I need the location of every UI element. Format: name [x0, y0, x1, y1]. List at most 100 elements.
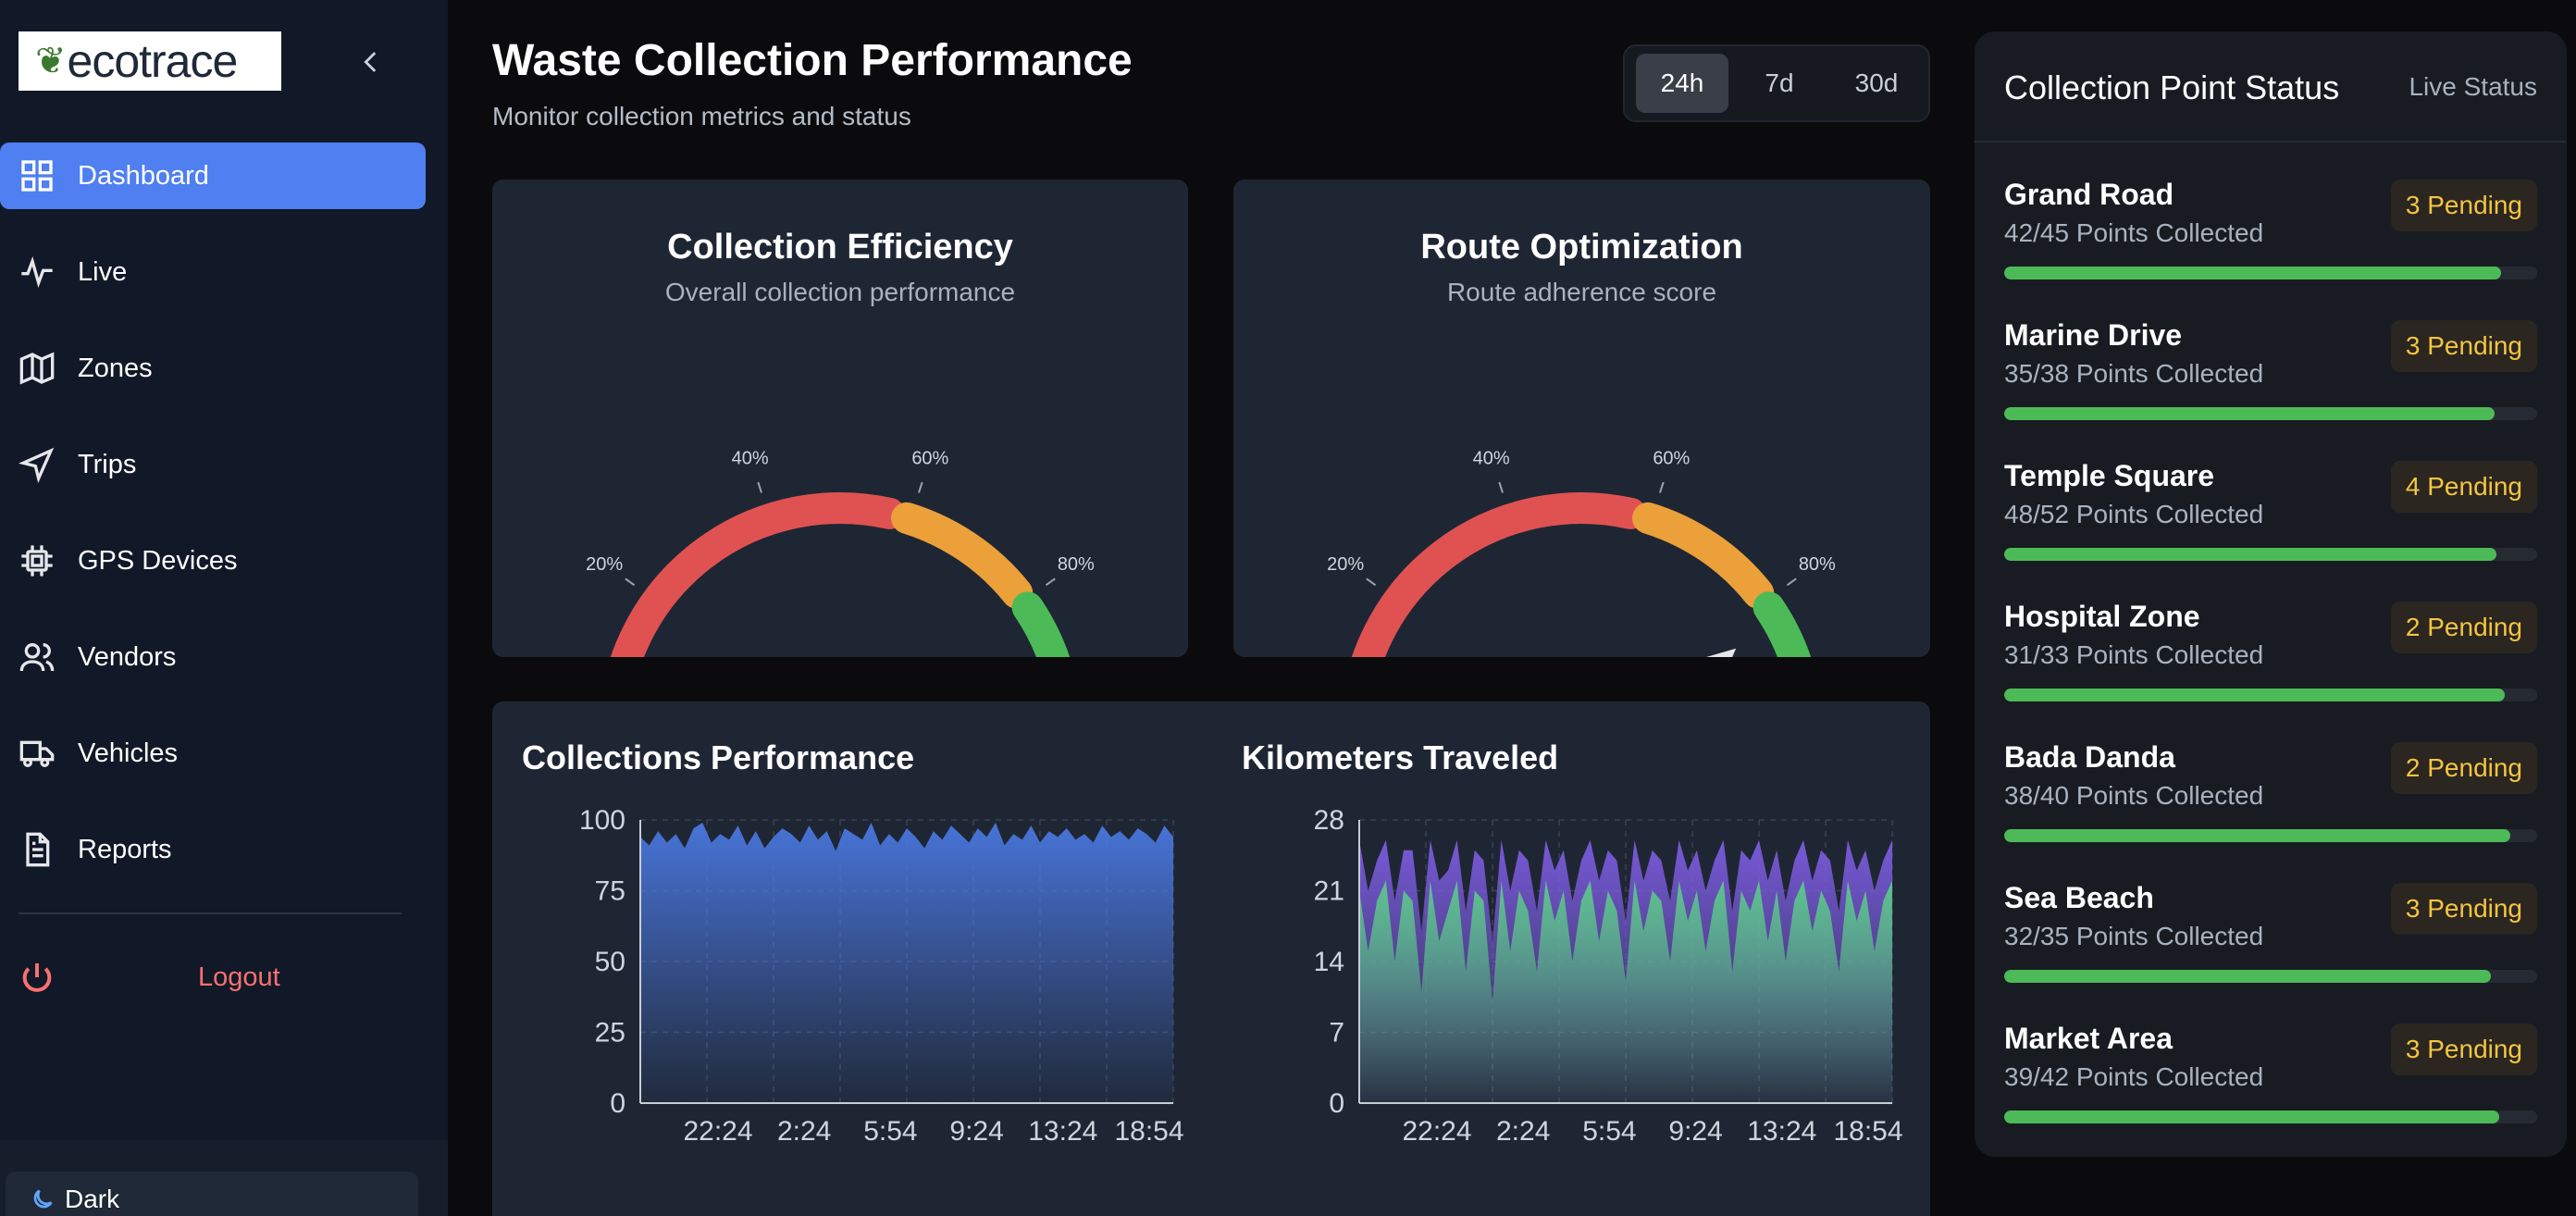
- y-tick-label: 25: [595, 1018, 625, 1048]
- app-root: ❦ ecotrace Dashboard Live Zones Trips GP…: [0, 0, 2576, 1216]
- sidebar-item-label: Live: [78, 256, 128, 287]
- progress-fill: [2004, 1111, 2500, 1123]
- range-option-24h[interactable]: 24h: [1636, 54, 1728, 113]
- logo-text: ecotrace: [67, 35, 239, 87]
- location-name: Temple Square: [2004, 459, 2215, 492]
- gauge-tick-label: 40%: [732, 448, 769, 468]
- sidebar-item-vehicles[interactable]: Vehicles: [0, 720, 426, 787]
- range-option-30d[interactable]: 30d: [1830, 54, 1923, 113]
- x-tick-label: 22:24: [1402, 1116, 1471, 1147]
- brand-logo[interactable]: ❦ ecotrace: [19, 31, 281, 91]
- y-tick-label: 0: [610, 1088, 625, 1119]
- location-count: 38/40 Points Collected: [2004, 781, 2264, 810]
- navigation-icon: [17, 444, 57, 485]
- location-item[interactable]: Sea Beach 32/35 Points Collected 3 Pendi…: [2004, 881, 2537, 1001]
- sidebar-item-reports[interactable]: Reports: [0, 816, 426, 883]
- time-range-selector: 24h 7d 30d: [1623, 44, 1930, 122]
- gauge-tick-label: 60%: [1653, 448, 1690, 468]
- y-tick-label: 7: [1329, 1018, 1344, 1048]
- location-item[interactable]: Marine Drive 35/38 Points Collected 3 Pe…: [2004, 318, 2537, 439]
- sidebar-item-trips[interactable]: Trips: [0, 431, 426, 498]
- gauge-segment: [1351, 492, 1647, 657]
- gauge-tick-label: 20%: [1327, 554, 1364, 575]
- range-option-7d[interactable]: 7d: [1738, 54, 1821, 113]
- collections-performance-chart: 0 25 50 75 100 22:24 2:24 5:54 9:24 13:24 18:54: [579, 805, 1184, 1147]
- live-status-label: Live Status: [2409, 72, 2537, 101]
- progress-bar: [2004, 689, 2537, 701]
- pending-badge: 3 Pending: [2390, 320, 2537, 372]
- gauge-tick: [1786, 577, 1797, 587]
- sidebar-item-gps-devices[interactable]: GPS Devices: [0, 527, 426, 594]
- x-tick-label: 5:54: [1582, 1116, 1636, 1147]
- gauge-tick-label: 40%: [1473, 448, 1510, 468]
- sidebar-item-label: Reports: [78, 834, 172, 864]
- route-optimization-card: Route Optimization Route adherence score…: [1233, 180, 1930, 657]
- gauge-tick-label: 60%: [911, 448, 948, 468]
- location-count: 31/33 Points Collected: [2004, 640, 2264, 669]
- location-count: 32/35 Points Collected: [2004, 922, 2264, 950]
- pending-badge: 2 Pending: [2390, 742, 2537, 794]
- location-item[interactable]: Hospital Zone 31/33 Points Collected 2 P…: [2004, 600, 2537, 720]
- location-item[interactable]: Market Area 39/42 Points Collected 3 Pen…: [2004, 1022, 2537, 1142]
- sidebar-item-vendors[interactable]: Vendors: [0, 624, 426, 690]
- panel-divider: [1975, 141, 2567, 143]
- gauge-tick: [1498, 481, 1504, 493]
- document-icon: [17, 829, 57, 870]
- location-name: Grand Road: [2004, 178, 2174, 211]
- gauge-tick-label: 80%: [1799, 554, 1836, 575]
- collection-efficiency-card: Collection Efficiency Overall collection…: [492, 180, 1188, 657]
- location-item[interactable]: Grand Road 42/45 Points Collected 3 Pend…: [2004, 178, 2537, 298]
- location-count: 48/52 Points Collected: [2004, 500, 2264, 528]
- gauge-tick: [1366, 577, 1377, 587]
- location-item[interactable]: Bada Danda 38/40 Points Collected 2 Pend…: [2004, 740, 2537, 861]
- y-tick-label: 75: [595, 876, 625, 907]
- moon-icon: [33, 1189, 53, 1209]
- sidebar-item-live[interactable]: Live: [0, 239, 426, 305]
- logout-button[interactable]: Logout: [0, 944, 426, 1011]
- users-icon: [17, 637, 57, 677]
- truck-icon: [17, 733, 57, 774]
- progress-fill: [2004, 829, 2511, 842]
- progress-fill: [2004, 267, 2502, 279]
- kilometers-traveled-chart: 0 7 14 21 28 22:24 2:24 5:54 9:24 13:24 18:54: [1314, 805, 1903, 1147]
- x-tick-label: 2:24: [1496, 1116, 1550, 1147]
- sidebar-item-label: GPS Devices: [78, 545, 238, 576]
- gauge-tick-label: 20%: [586, 554, 623, 575]
- leaf-icon: ❦: [35, 41, 67, 81]
- collapse-sidebar-button[interactable]: [355, 46, 387, 78]
- theme-toggle[interactable]: Dark: [6, 1172, 418, 1216]
- gauge-tick-label: 80%: [1058, 554, 1095, 575]
- y-tick-label: 28: [1314, 805, 1344, 836]
- page-title: Waste Collection Performance: [492, 36, 1133, 85]
- page-subtitle: Monitor collection metrics and status: [492, 102, 911, 130]
- progress-bar: [2004, 970, 2537, 983]
- progress-fill: [2004, 407, 2496, 420]
- sidebar-item-label: Trips: [78, 449, 137, 479]
- sidebar-item-zones[interactable]: Zones: [0, 335, 426, 402]
- sidebar: ❦ ecotrace Dashboard Live Zones Trips GP…: [0, 0, 448, 1216]
- efficiency-gauge: 0%20%40%60%80%100%92%: [586, 448, 1095, 657]
- area-series: [640, 823, 1173, 1103]
- location-item[interactable]: Temple Square 48/52 Points Collected 4 P…: [2004, 459, 2537, 579]
- gauge-tick: [918, 481, 923, 493]
- gauge-tick: [1045, 577, 1056, 587]
- logout-label: Logout: [198, 962, 280, 992]
- charts-card: Collections Performance Kilometers Trave…: [492, 701, 1930, 1216]
- x-tick-label: 18:54: [1114, 1116, 1183, 1147]
- grid-icon: [17, 155, 57, 196]
- location-name: Hospital Zone: [2004, 600, 2200, 633]
- location-count: 35/38 Points Collected: [2004, 359, 2264, 388]
- progress-bar: [2004, 267, 2537, 279]
- sidebar-divider: [19, 912, 402, 914]
- activity-icon: [17, 252, 57, 292]
- y-tick-label: 0: [1329, 1088, 1344, 1119]
- route-gauge: 0%20%40%60%80%100%87%: [1327, 448, 1836, 657]
- location-name: Marine Drive: [2004, 318, 2183, 352]
- gauge-tick: [625, 577, 636, 587]
- progress-bar: [2004, 548, 2537, 561]
- x-tick-label: 22:24: [683, 1116, 752, 1147]
- gauge-segment: [891, 502, 1034, 609]
- sidebar-item-dashboard[interactable]: Dashboard: [0, 143, 426, 209]
- gauge-tick: [1659, 481, 1665, 493]
- theme-label: Dark: [65, 1185, 120, 1213]
